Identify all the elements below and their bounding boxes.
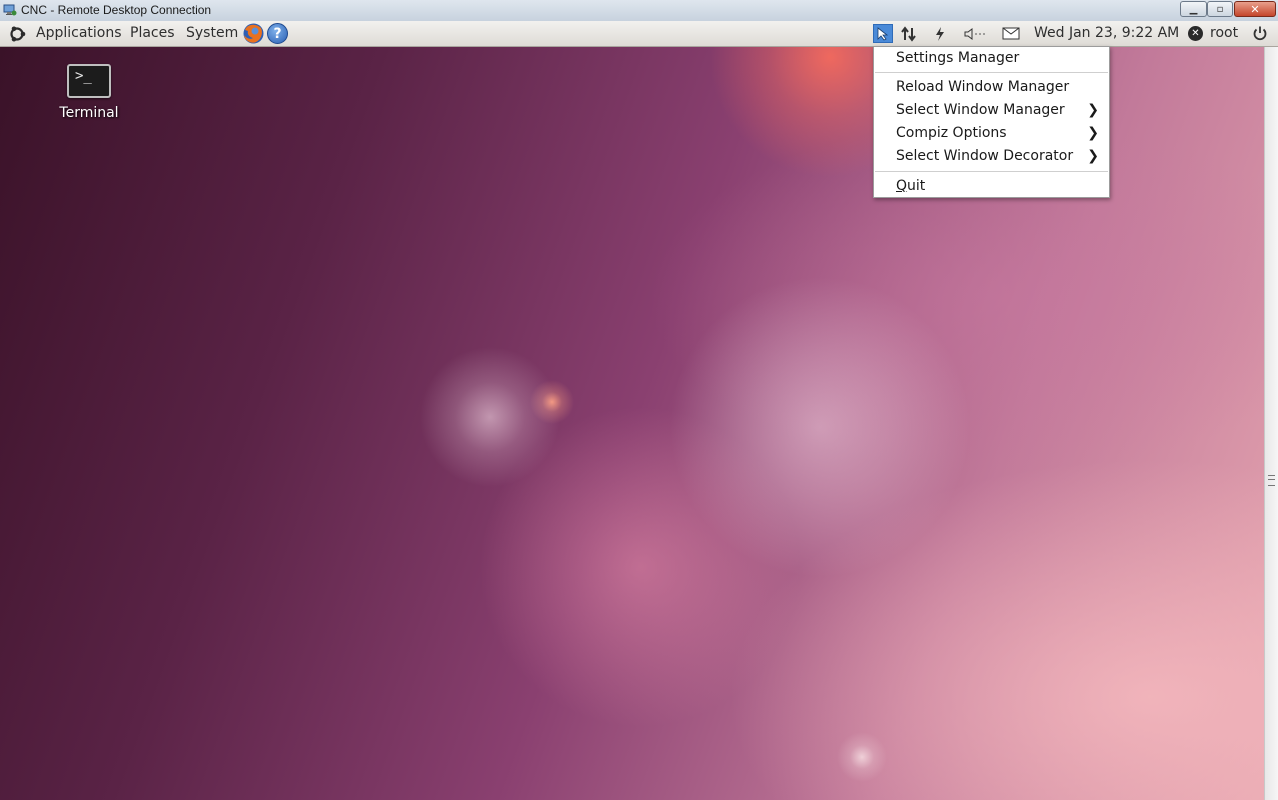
remote-desktop-icon <box>3 4 17 16</box>
help-icon[interactable]: ? <box>267 23 288 44</box>
network-arrows-icon[interactable] <box>899 24 919 43</box>
minimize-button[interactable]: ▁ <box>1180 1 1207 17</box>
menu-item-label: Compiz Options <box>896 125 1007 141</box>
menu-item-select-window-manager[interactable]: Select Window Manager ❯ <box>896 100 1103 120</box>
menu-places[interactable]: Places <box>130 24 175 43</box>
menu-item-settings-manager[interactable]: Settings Manager <box>896 48 1103 68</box>
user-name: root <box>1210 25 1239 41</box>
status-x-icon: ✕ <box>1188 26 1203 41</box>
chevron-right-icon: ❯ <box>1087 102 1099 118</box>
user-switcher[interactable]: ✕ root <box>1188 24 1238 43</box>
compiz-tray-menu: Settings Manager Reload Window Manager S… <box>873 46 1110 198</box>
maximize-button[interactable]: ▫ <box>1207 1 1233 17</box>
terminal-icon[interactable]: >_ <box>67 64 111 98</box>
shutdown-icon[interactable] <box>1252 25 1268 41</box>
menu-item-label: Reload Window Manager <box>896 79 1070 95</box>
scrollbar-grip-icon[interactable] <box>1268 475 1275 486</box>
desktop-icon-terminal[interactable]: >_ Terminal <box>56 64 122 121</box>
menu-item-label: Select Window Decorator <box>896 148 1074 164</box>
desktop-icon-label[interactable]: Terminal <box>56 105 122 121</box>
rdp-title-bar: CNC - Remote Desktop Connection ▁ ▫ ✕ <box>0 0 1278 22</box>
menu-item-label: Select Window Manager <box>896 102 1065 118</box>
menu-system[interactable]: System <box>186 24 238 43</box>
chevron-right-icon: ❯ <box>1087 125 1099 141</box>
menu-item-reload-window-manager[interactable]: Reload Window Manager <box>896 77 1103 97</box>
menu-item-label: Settings Manager <box>896 50 1020 66</box>
menu-applications[interactable]: Applications <box>36 24 122 43</box>
window-title: CNC - Remote Desktop Connection <box>21 3 212 17</box>
menu-item-quit[interactable]: Quit <box>896 176 1103 196</box>
menu-separator <box>875 72 1108 73</box>
vertical-scrollbar[interactable] <box>1264 47 1278 800</box>
menu-item-compiz-options[interactable]: Compiz Options ❯ <box>896 123 1103 143</box>
firefox-icon[interactable] <box>242 22 265 45</box>
volume-icon[interactable] <box>962 24 990 43</box>
top-panel: Applications Places System ? Wed Jan 23,… <box>0 21 1278 47</box>
menu-item-label: Quit <box>896 178 926 194</box>
ubuntu-logo-icon[interactable] <box>8 25 26 43</box>
clock[interactable]: Wed Jan 23, 9:22 AM <box>1034 24 1179 43</box>
mail-icon[interactable] <box>1001 24 1021 43</box>
close-button[interactable]: ✕ <box>1234 1 1276 17</box>
power-bolt-icon[interactable] <box>930 24 950 43</box>
menu-item-select-window-decorator[interactable]: Select Window Decorator ❯ <box>896 146 1103 166</box>
chevron-right-icon: ❯ <box>1087 148 1099 164</box>
pointer-icon[interactable] <box>873 24 893 43</box>
menu-separator <box>875 171 1108 172</box>
